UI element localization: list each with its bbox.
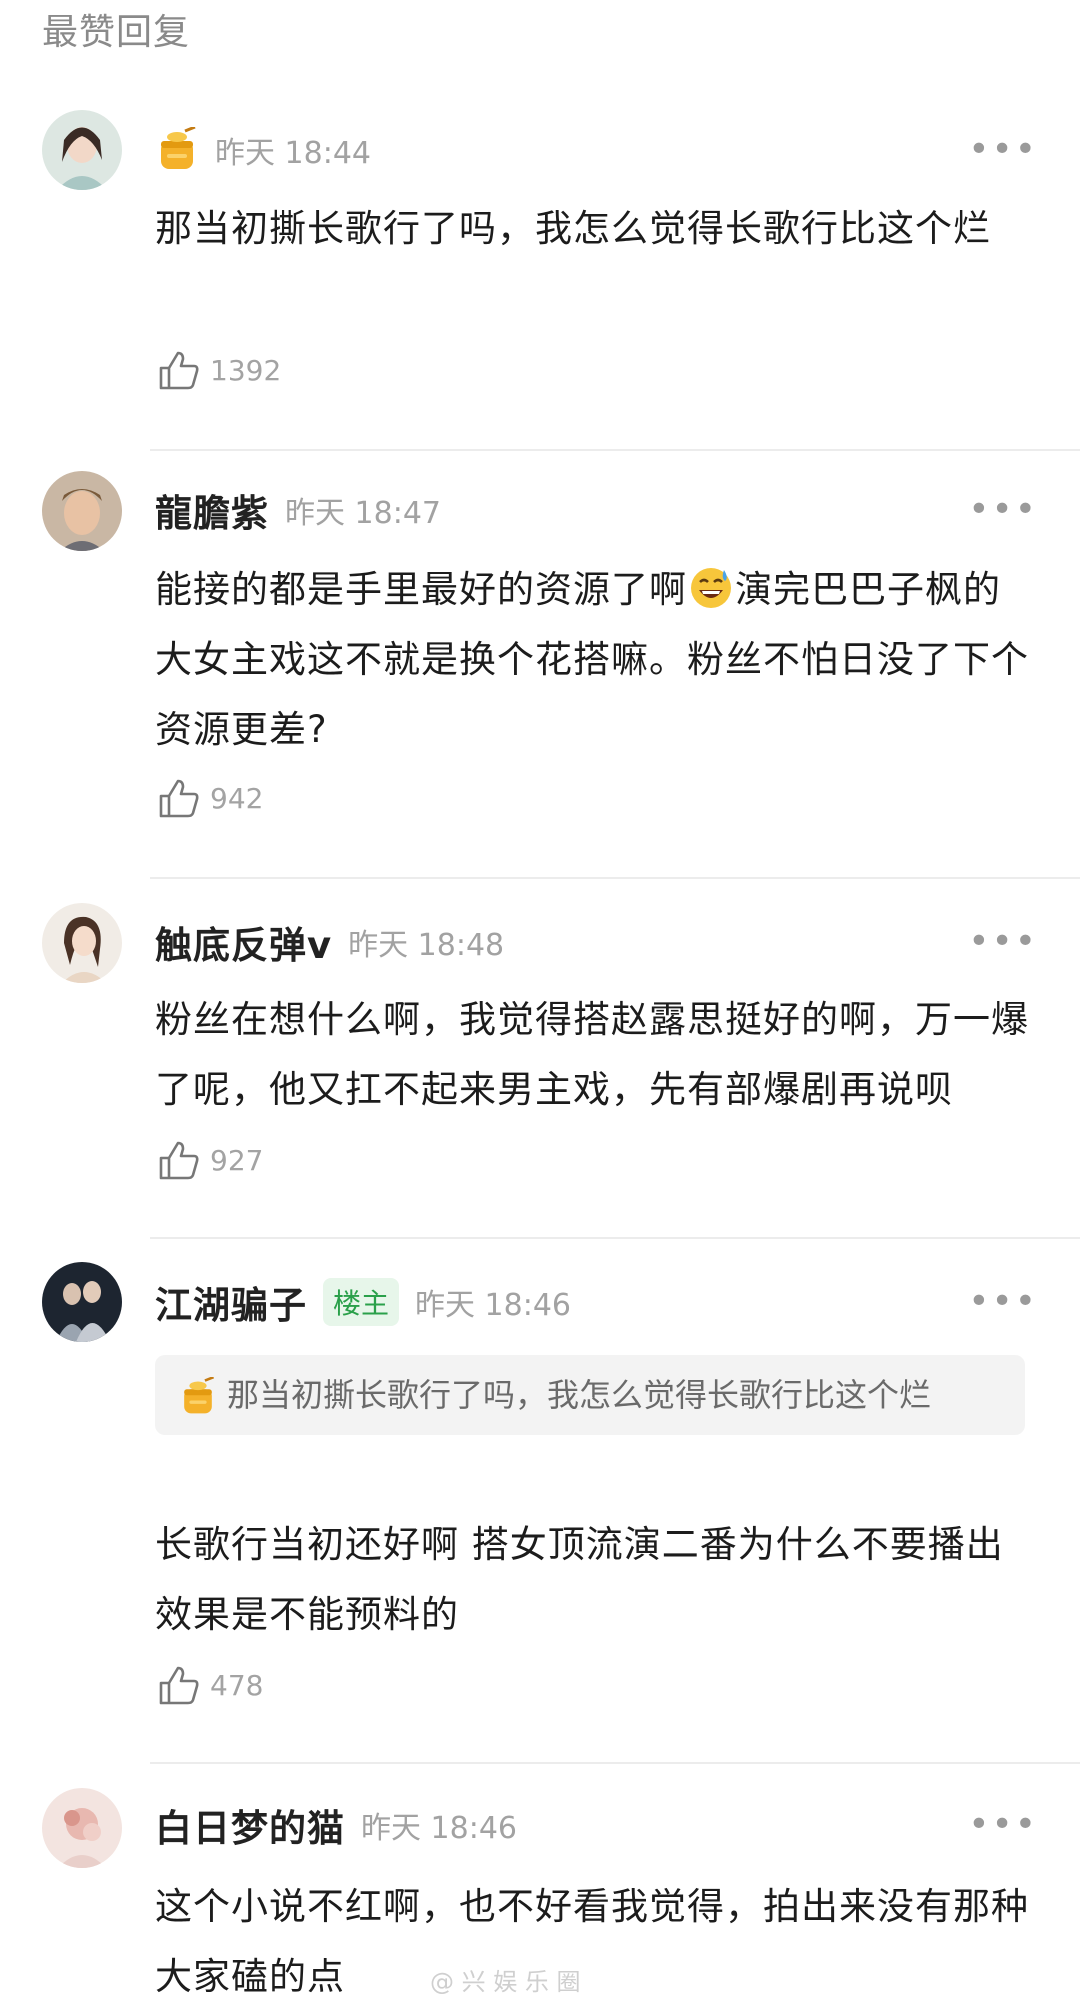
comment-text: 那当初撕长歌行了吗，我怎么觉得长歌行比这个烂	[155, 207, 991, 250]
username[interactable]: 白日梦的猫	[155, 1798, 345, 1852]
avatar[interactable]	[42, 471, 122, 551]
sweat-smile-emoji-icon	[691, 568, 731, 608]
comment-header: 白日梦的猫 昨天 18:46	[155, 1795, 517, 1855]
like-count: 1392	[210, 353, 282, 387]
thumbs-up-icon	[159, 779, 199, 818]
quoted-text: 那当初撕长歌行了吗，我怎么觉得长歌行比这个烂	[227, 1376, 932, 1414]
comment-time: 昨天 18:46	[415, 1288, 572, 1323]
comment-time: 昨天 18:46	[361, 1811, 517, 1846]
op-badge: 楼主	[323, 1278, 400, 1326]
thumbs-up-icon	[159, 351, 199, 390]
like-button[interactable]: 478	[158, 1665, 263, 1705]
more-options-button[interactable]: •••	[968, 1284, 1038, 1320]
like-button[interactable]: 927	[158, 1140, 263, 1180]
comment-header: 昨天 18:44	[155, 120, 371, 180]
comment-header: 触底反弹v 昨天 18:48	[155, 912, 504, 972]
more-options-button[interactable]: •••	[968, 924, 1038, 960]
divider	[150, 1237, 1080, 1239]
username[interactable]: 江湖骗子	[155, 1275, 307, 1329]
avatar[interactable]	[42, 903, 122, 983]
divider	[150, 877, 1080, 879]
comment-header: 龍膽紫 昨天 18:47	[155, 480, 441, 540]
like-count: 478	[210, 1668, 264, 1702]
avatar[interactable]	[42, 1262, 122, 1342]
divider	[150, 1762, 1080, 1764]
section-title: 最赞回复	[42, 12, 191, 53]
honey-jar-badge-icon	[161, 127, 196, 169]
like-count: 942	[210, 781, 264, 815]
thumbs-up-icon	[159, 1141, 199, 1180]
quoted-comment[interactable]: 那当初撕长歌行了吗，我怎么觉得长歌行比这个烂	[155, 1355, 1025, 1435]
username[interactable]: 触底反弹v	[155, 915, 332, 969]
username[interactable]: 龍膽紫	[155, 483, 269, 537]
comment-time: 昨天 18:48	[348, 928, 505, 963]
like-count: 927	[210, 1143, 264, 1177]
divider	[150, 449, 1080, 451]
like-button[interactable]: 942	[158, 778, 263, 818]
comment-text: 粉丝在想什么啊，我觉得搭赵露思挺好的啊，万一爆了呢，他又扛不起来男主戏，先有部爆…	[155, 998, 1029, 1111]
comment-text: 这个小说不红啊，也不好看我觉得，拍出来没有那种大家磕的点	[155, 1885, 1029, 1998]
more-options-button[interactable]: •••	[968, 132, 1038, 168]
more-options-button[interactable]: •••	[968, 1807, 1038, 1843]
thumbs-up-icon	[159, 1666, 199, 1705]
comment-text: 能接的都是手里最好的资源了啊 演完巴巴子枫的大女主戏这不就是换个花搭嘛。粉丝不怕…	[155, 555, 1035, 765]
more-options-button[interactable]: •••	[968, 492, 1038, 528]
comment-time: 昨天 18:44	[215, 136, 371, 171]
avatar[interactable]	[42, 1788, 122, 1868]
comment-text-part: 能接的都是手里最好的资源了啊	[155, 568, 687, 611]
honey-jar-badge-icon	[184, 1377, 215, 1414]
avatar[interactable]	[42, 110, 122, 190]
comment-time: 昨天 18:47	[285, 496, 441, 531]
watermark: @ 兴 娱 乐 圈	[430, 1968, 581, 1996]
comment-text: 长歌行当初还好啊 搭女顶流演二番为什么不要播出效果是不能预料的	[155, 1523, 1004, 1636]
comment-header: 江湖骗子 楼主 昨天 18:46	[155, 1272, 571, 1332]
like-button[interactable]: 1392	[158, 350, 281, 390]
